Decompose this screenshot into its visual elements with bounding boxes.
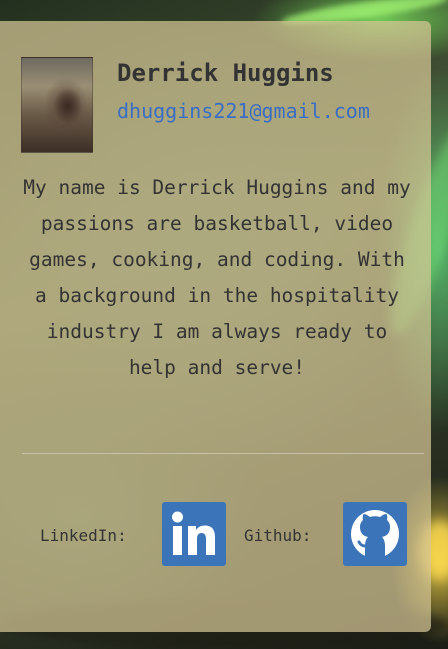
profile-name: Derrick Huggins — [117, 59, 334, 87]
linkedin-label: LinkedIn: — [40, 526, 127, 545]
profile-card: Derrick Huggins dhuggins221@gmail.com My… — [0, 21, 431, 632]
github-label: Github: — [244, 526, 312, 545]
linkedin-icon — [172, 511, 215, 555]
avatar — [21, 57, 93, 153]
divider — [22, 453, 424, 454]
github-button[interactable] — [343, 502, 407, 566]
email-link[interactable]: dhuggins221@gmail.com — [117, 99, 370, 123]
github-icon — [351, 510, 399, 558]
profile-bio: My name is Derrick Huggins and my passio… — [23, 176, 411, 379]
linkedin-button[interactable] — [162, 502, 226, 566]
